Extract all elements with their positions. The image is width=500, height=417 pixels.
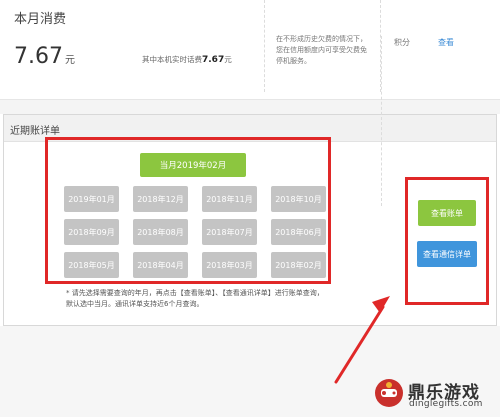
watermark-url: dinglegifts.com	[409, 399, 483, 409]
bill-section-title: 近期账详单	[10, 126, 60, 137]
month-button[interactable]: 2018年07月	[202, 219, 257, 245]
realtime-fee: 其中本机实时话费7.67元	[142, 54, 232, 65]
watermark-logo-icon	[375, 379, 403, 407]
amount-unit: 元	[64, 55, 75, 66]
month-button[interactable]: 2018年05月	[64, 252, 119, 278]
view-points-link[interactable]: 查看	[438, 37, 454, 48]
month-button[interactable]: 2019年01月	[64, 186, 119, 212]
divider	[264, 0, 265, 92]
realtime-fee-unit: 元	[224, 55, 232, 64]
current-month-button[interactable]: 当月2019年02月	[140, 153, 246, 177]
section-gap	[0, 100, 500, 114]
view-call-detail-button[interactable]: 查看通信详单	[417, 241, 477, 267]
credit-note: 在不形成历史欠费的情况下，您在信用额度内可享受欠费免停机服务。	[276, 35, 367, 65]
view-bill-button[interactable]: 查看账单	[418, 200, 476, 226]
month-button[interactable]: 2018年10月	[271, 186, 326, 212]
month-button[interactable]: 2018年11月	[202, 186, 257, 212]
amount-value: 7.67	[14, 44, 63, 69]
realtime-fee-value: 7.67	[202, 55, 225, 65]
query-hint-line: 默认选中当月。通讯详单支持近6个月查询。	[66, 300, 204, 308]
month-button[interactable]: 2018年06月	[271, 219, 326, 245]
month-button[interactable]: 2018年04月	[133, 252, 188, 278]
query-hint-line: * 请先选择需要查询的年月，再点击【查看账单】、【查看通讯详单】进行账单查询，	[66, 289, 324, 297]
month-button[interactable]: 2018年09月	[64, 219, 119, 245]
monthly-amount: 7.67 元	[14, 44, 75, 69]
month-button[interactable]: 2018年12月	[133, 186, 188, 212]
realtime-fee-label: 其中本机实时话费	[142, 55, 202, 64]
month-button[interactable]: 2018年08月	[133, 219, 188, 245]
month-button[interactable]: 2018年02月	[271, 252, 326, 278]
monthly-consumption-card: 本月消费 7.67 元 其中本机实时话费7.67元 在不形成历史欠费的情况下，您在…	[0, 0, 500, 100]
month-button[interactable]: 2018年03月	[202, 252, 257, 278]
points-label: 积分	[394, 38, 410, 47]
divider	[381, 36, 382, 206]
monthly-consumption-title: 本月消费	[14, 12, 67, 27]
query-hint: * 请先选择需要查询的年月，再点击【查看账单】、【查看通讯详单】进行账单查询， …	[66, 288, 396, 310]
